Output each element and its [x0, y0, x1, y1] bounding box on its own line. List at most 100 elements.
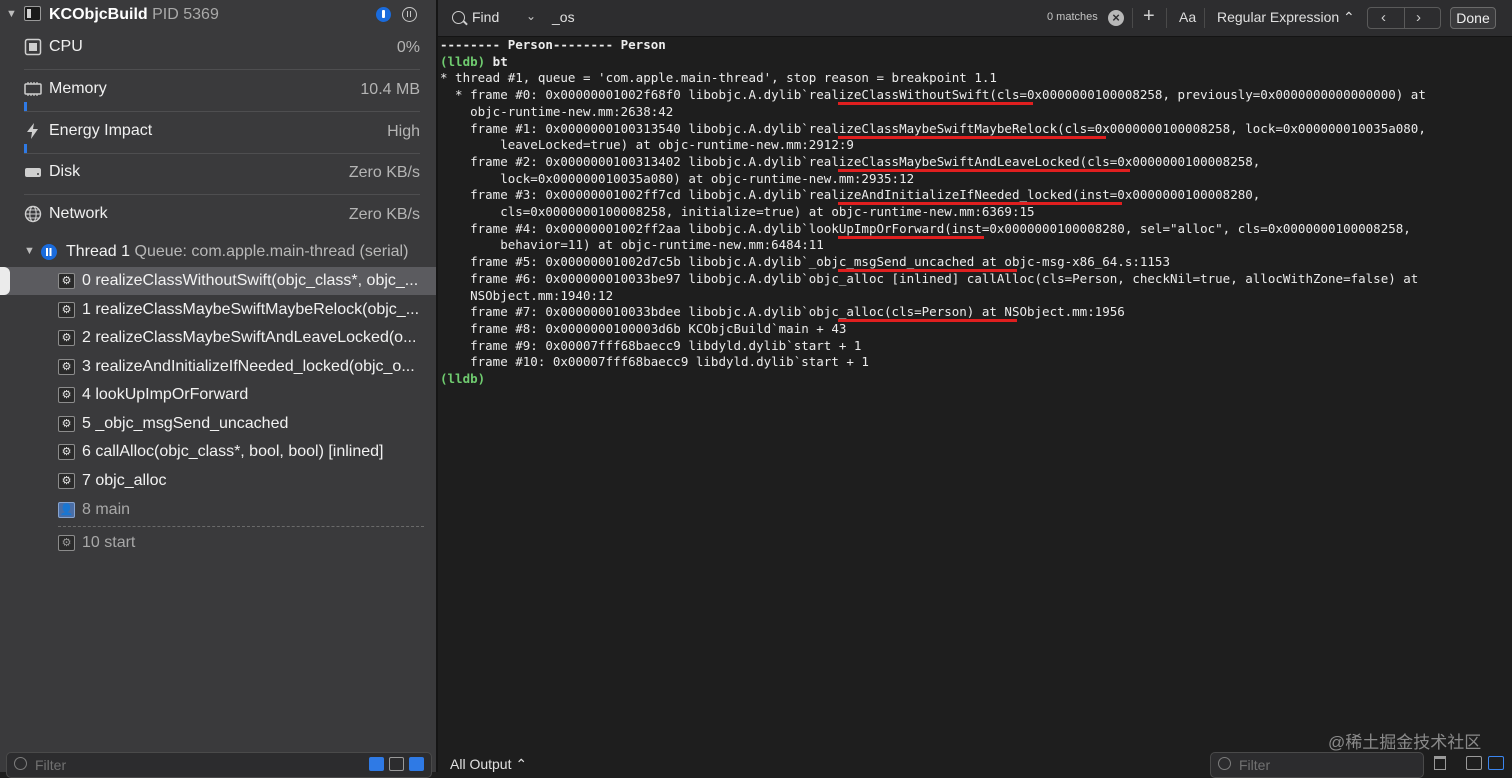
console-filter-field[interactable]: Filter [1210, 752, 1424, 778]
show-running-blocks-icon[interactable] [409, 757, 424, 771]
stack-frame-row[interactable]: ⚙ 3 realizeAndInitializeIfNeeded_locked(… [0, 353, 436, 381]
stack-frame-row[interactable]: ⚙ 1 realizeClassMaybeSwiftMaybeRelock(ob… [0, 296, 436, 324]
divider [24, 69, 420, 70]
filter-placeholder: Filter [35, 757, 67, 773]
chevron-down-icon[interactable]: ⌄ [526, 9, 536, 23]
console-line: frame #7: 0x000000010033bdee libobjc.A.d… [440, 304, 1125, 320]
match-count: 0 matches [1047, 11, 1098, 23]
stack-frame-label: 8 main [82, 501, 131, 518]
stack-frame-row[interactable]: ⚙ 0 realizeClassWithoutSwift(objc_class*… [0, 267, 436, 295]
memory-icon [24, 82, 42, 96]
collapsed-frames-separator [58, 526, 424, 527]
navigator-filter-field[interactable]: Filter [6, 752, 432, 778]
done-button[interactable]: Done [1450, 7, 1496, 29]
thread-title: Thread 1 Queue: com.apple.main-thread (s… [66, 243, 409, 260]
next-match-icon[interactable]: › [1416, 9, 1421, 26]
gauge-label: Energy Impact [49, 122, 153, 139]
stack-frame-row[interactable]: ⚙ 7 objc_alloc [0, 467, 436, 495]
console-line: (lldb) [440, 371, 485, 387]
gauge-network[interactable]: Network Zero KB/s [0, 197, 436, 239]
watermark: @稀土掘金技术社区 [1328, 733, 1482, 752]
console-line: NSObject.mm:1940:12 [440, 287, 614, 303]
stack-frame-row[interactable]: ⚙ 2 realizeClassMaybeSwiftAndLeaveLocked… [0, 324, 436, 352]
disclosure-triangle-icon[interactable]: ▼ [6, 8, 17, 20]
console-line: lock=0x000000010035a080) at objc-runtime… [440, 170, 915, 186]
process-row[interactable]: ▼ KCObjcBuild PID 5369 [0, 0, 436, 30]
app-icon [24, 6, 41, 21]
red-underline-annotation [837, 135, 1106, 139]
gauge-cpu[interactable]: CPU 0% [0, 30, 436, 72]
find-navigation-segmented-control: ‹ › [1367, 7, 1441, 29]
show-only-crashed-threads-icon[interactable] [369, 757, 384, 771]
variables-view-icon[interactable] [1466, 756, 1482, 770]
stack-frame-label: 1 realizeClassMaybeSwiftMaybeRelock(objc… [82, 301, 420, 318]
divider [1204, 8, 1205, 28]
clear-search-icon[interactable]: × [1108, 10, 1124, 26]
trash-icon[interactable] [1434, 756, 1446, 770]
output-filter-popup[interactable]: All Output ⌃ [450, 756, 527, 773]
stack-frame-label: 6 callAlloc(objc_class*, bool, bool) [in… [82, 443, 384, 460]
gauge-value: High [387, 123, 420, 140]
console-output[interactable]: -------- Person-------- Person (lldb) bt *… [440, 35, 1508, 747]
console-line: behavior=11) at objc-runtime-new.mm:6484… [440, 237, 824, 253]
gauge-memory[interactable]: Memory 10.4 MB [0, 72, 436, 114]
console-line: leaveLocked=true) at objc-runtime-new.mm… [440, 137, 854, 153]
match-type-popup[interactable]: Regular Expression ⌃ [1217, 9, 1355, 26]
console-line: (lldb) bt [440, 54, 508, 70]
gear-icon: ⚙ [58, 416, 75, 432]
gear-icon: ⚙ [58, 302, 75, 318]
gauge-energy[interactable]: Energy Impact High [0, 114, 436, 156]
find-input[interactable]: _os [552, 9, 575, 25]
console-line: frame #9: 0x00007fff68baecc9 libdyld.dyl… [440, 337, 862, 353]
gear-icon: ⚙ [58, 473, 75, 489]
find-mode-popup[interactable]: Find [472, 9, 499, 25]
console-line: objc-runtime-new.mm:2638:42 [440, 103, 674, 119]
console-line: -------- Person-------- Person [440, 37, 666, 52]
thread-icon [41, 244, 57, 260]
console-area: Find ⌄ _os 0 matches × + Aa Regular Expr… [438, 0, 1512, 772]
globe-icon [24, 205, 42, 223]
divider [24, 111, 420, 112]
stack-frame-label: 2 realizeClassMaybeSwiftAndLeaveLocked(o… [82, 329, 417, 346]
red-underline-annotation [837, 102, 1033, 106]
add-pattern-icon[interactable]: + [1143, 5, 1155, 28]
console-line: frame #2: 0x0000000100313402 libobjc.A.d… [440, 153, 1261, 169]
console-line: * thread #1, queue = 'com.apple.main-thr… [440, 70, 997, 86]
lldb-prompt: (lldb) [440, 53, 486, 69]
stack-frame-row[interactable]: ⚙ 4 lookUpImpOrForward [0, 381, 436, 409]
previous-match-icon[interactable]: ‹ [1381, 9, 1386, 26]
gauge-value: 0% [396, 39, 420, 56]
divider [1132, 8, 1133, 28]
selection-indicator [0, 267, 10, 295]
console-line: frame #4: 0x00000001002ff2aa libobjc.A.d… [440, 220, 1411, 236]
pause-status-icon[interactable] [376, 7, 391, 22]
stack-frame-row[interactable]: ⚙ 5 _objc_msgSend_uncached [0, 410, 436, 438]
stack-frame-row[interactable]: ⚙ 10 start [0, 529, 436, 557]
console-line: frame #5: 0x00000001002d7c5b libobjc.A.d… [440, 254, 1170, 270]
gauge-value: Zero KB/s [348, 206, 420, 223]
gauge-disk[interactable]: Disk Zero KB/s [0, 155, 436, 197]
stack-frame-label: 5 _objc_msgSend_uncached [82, 415, 289, 432]
thread-queue: Queue: com.apple.main-thread (serial) [134, 243, 409, 260]
disk-icon [25, 168, 41, 177]
stack-frame-row[interactable]: ⚙ 6 callAlloc(objc_class*, bool, bool) [… [0, 438, 436, 466]
console-view-icon[interactable] [1488, 756, 1504, 770]
filter-icon [1218, 757, 1231, 770]
gauge-label: Memory [49, 80, 107, 97]
console-line: frame #10: 0x00007fff68baecc9 libdyld.dy… [440, 354, 869, 370]
console-line: frame #1: 0x0000000100313540 libobjc.A.d… [440, 120, 1426, 136]
gear-icon: ⚙ [58, 273, 75, 289]
match-case-toggle[interactable]: Aa [1179, 9, 1196, 25]
thread-filter-icon[interactable] [402, 7, 417, 22]
gauge-value: 10.4 MB [360, 81, 420, 98]
stack-frame-row[interactable]: 👤 8 main [0, 496, 436, 524]
gear-icon: ⚙ [58, 387, 75, 403]
thread-row[interactable]: ▼ Thread 1 Queue: com.apple.main-thread … [0, 240, 436, 264]
divider [1166, 8, 1167, 28]
disclosure-triangle-icon[interactable]: ▼ [24, 245, 35, 257]
lldb-command: bt [485, 53, 508, 69]
stack-frame-label: 7 objc_alloc [82, 472, 167, 489]
show-only-frames-with-debug-symbols-icon[interactable] [389, 757, 404, 771]
red-underline-annotation [837, 235, 985, 239]
user-icon: 👤 [58, 502, 75, 518]
